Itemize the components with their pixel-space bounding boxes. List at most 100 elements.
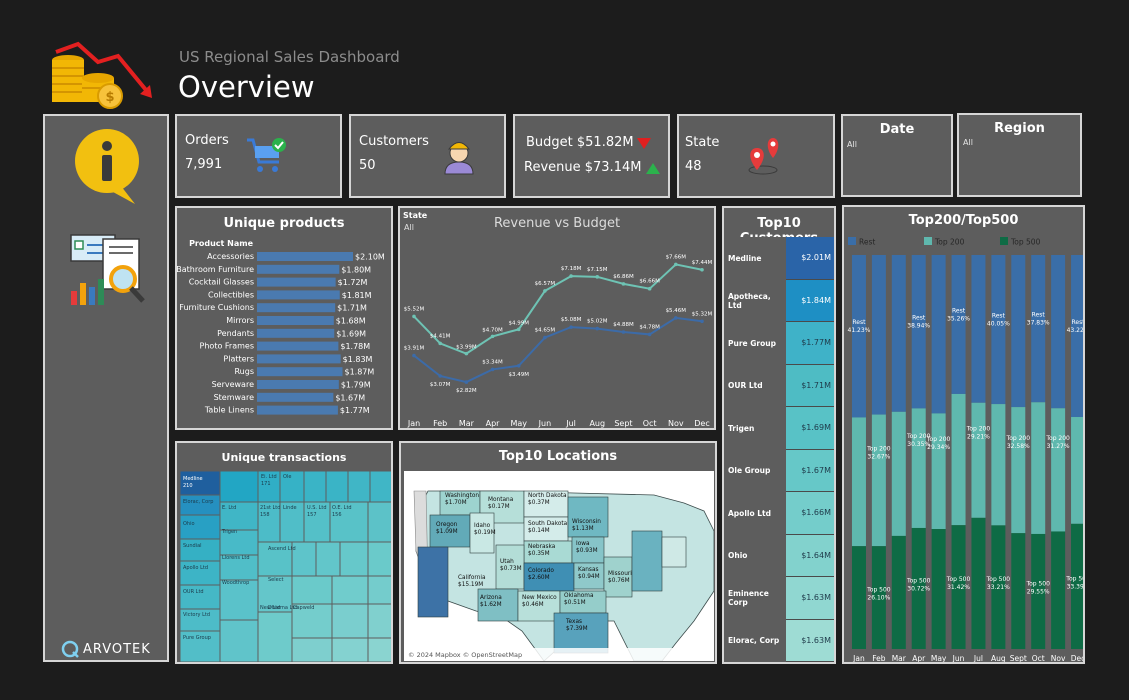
treemap-cell — [369, 471, 391, 503]
top500-segment — [891, 535, 906, 649]
sidebar: ARVOTEK — [43, 114, 169, 662]
rest-segment — [851, 255, 866, 418]
line-data-label: $4.65M — [535, 328, 556, 334]
line-point — [438, 374, 442, 378]
brand-logo: ARVOTEK — [61, 640, 151, 658]
legend-swatch — [924, 237, 932, 245]
top10-locations-map[interactable]: Washington $1.70M Montana $0.17MNorth Dakot… — [404, 471, 714, 661]
rest-segment — [951, 255, 966, 394]
up-arrow-icon — [646, 163, 660, 174]
rest-data-label: Rest 35.26% — [947, 307, 970, 322]
line-data-label: $7.44M — [692, 260, 713, 266]
customer-row[interactable]: Elorac, Corp $1.63M — [724, 619, 834, 662]
filter-region[interactable]: Region All — [957, 113, 1082, 197]
rest-segment — [1071, 255, 1083, 418]
line-data-label: $5.02M — [587, 319, 608, 325]
treemap-cell — [219, 471, 259, 503]
line-data-label: $5.52M — [404, 306, 425, 312]
product-bar — [257, 252, 353, 261]
treemap-cell-label: Sundial — [183, 543, 202, 549]
rest-data-label: Rest 38.94% — [907, 315, 930, 330]
filter-region-value[interactable]: All — [963, 138, 973, 147]
customer-row[interactable]: Ole Group $1.67M — [724, 449, 834, 492]
kpi-orders-card: Orders 7,991 — [175, 114, 342, 198]
treemap-cell — [367, 637, 391, 662]
treemap-cell — [367, 575, 391, 605]
info-icon[interactable] — [73, 128, 143, 208]
month-tick-label: Aug — [589, 419, 605, 428]
month-tick-label: Jul — [565, 419, 576, 428]
customer-row[interactable]: Ohio $1.64M — [724, 534, 834, 577]
line-point — [543, 335, 547, 340]
customer-name: Eminence Corp — [724, 577, 786, 620]
line-point — [569, 325, 573, 329]
month-tick-label: Nov — [1051, 654, 1066, 663]
top200-segment — [1071, 417, 1083, 524]
unique-products-title: Unique products — [223, 216, 345, 231]
top500-segment — [1051, 531, 1066, 649]
product-value-label: $1.79M — [341, 381, 371, 390]
line-data-label: $6.57M — [535, 281, 556, 287]
month-tick-label: Feb — [433, 419, 447, 428]
month-tick-label: Jan — [852, 654, 865, 663]
line-point — [674, 316, 678, 320]
header-subtitle: US Regional Sales Dashboard — [179, 48, 400, 66]
month-tick-label: Aug — [991, 654, 1006, 663]
treemap-cell — [257, 611, 293, 662]
product-category-label: Platters — [223, 354, 254, 363]
top500-data-label: Top 500 33.21% — [986, 576, 1011, 591]
kpi-revenue-text: Revenue $73.14M — [524, 160, 642, 175]
unique-transactions-treemap: Medline 210Elorac, CorpOhioSundialApollo … — [180, 471, 391, 662]
line-point — [516, 327, 521, 332]
top200-data-label: Top 200 31.27% — [1045, 435, 1070, 450]
treemap-cell — [291, 575, 333, 605]
analytics-report-icon[interactable] — [67, 231, 149, 311]
top200-data-label: Top 200 29.34% — [926, 436, 951, 451]
treemap-cell-label: Ohio — [183, 521, 195, 527]
product-value-label: $2.10M — [355, 253, 385, 262]
customer-row[interactable]: Trigen $1.69M — [724, 407, 834, 450]
line-data-label: $7.15M — [587, 267, 608, 273]
product-value-label: $1.78M — [340, 342, 370, 351]
top500-data-label: Top 500 29.55% — [1025, 580, 1050, 595]
customer-name: Ole Group — [724, 449, 786, 492]
product-bar — [257, 380, 339, 389]
top500-segment — [851, 546, 866, 649]
line-data-label: $4.99M — [508, 320, 529, 326]
top200-segment — [1011, 407, 1026, 534]
customer-name: Elorac, Corp — [724, 619, 786, 662]
top200-segment — [891, 411, 906, 536]
customer-value: $1.66M — [786, 492, 834, 535]
top500-segment — [931, 529, 946, 649]
treemap-cell — [331, 637, 369, 662]
product-bar — [257, 354, 341, 364]
product-bar — [257, 277, 336, 287]
top10-customers-panel: Top10 Customers Medline$2.01MApotheca, L… — [722, 206, 836, 664]
customer-row[interactable]: OUR Ltd $1.71M — [724, 364, 834, 407]
filter-date[interactable]: Date All — [841, 114, 953, 197]
kpi-orders-value: 7,991 — [185, 157, 223, 172]
treemap-cell — [347, 471, 371, 503]
product-category-label: Rugs — [234, 367, 254, 376]
customer-value: $2.01M — [786, 237, 834, 280]
shopping-cart-icon — [247, 138, 286, 172]
line-point — [490, 334, 495, 339]
rest-segment — [911, 255, 926, 409]
customer-name: Trigen — [724, 407, 786, 450]
customer-row[interactable]: Pure Group $1.77M — [724, 322, 834, 365]
treemap-cell — [367, 501, 391, 543]
product-bar — [257, 341, 339, 351]
filter-date-value[interactable]: All — [847, 140, 857, 149]
month-tick-label: Dec — [1071, 654, 1085, 663]
line-data-label: $3.91M — [404, 346, 425, 352]
state-value-label: California $15.19M — [458, 575, 486, 588]
treemap-cell — [303, 471, 327, 503]
treemap-cell-label: Woodthrop — [222, 580, 249, 586]
top200-segment — [911, 408, 926, 528]
customer-row[interactable]: Apotheca, Ltd $1.84M — [724, 279, 834, 322]
state-region — [661, 536, 687, 568]
filter-date-label: Date — [879, 122, 915, 137]
customer-row[interactable]: Medline $2.01M — [724, 237, 834, 280]
customer-row[interactable]: Eminence Corp $1.63M — [724, 577, 834, 620]
customer-row[interactable]: Apollo Ltd $1.66M — [724, 492, 834, 535]
